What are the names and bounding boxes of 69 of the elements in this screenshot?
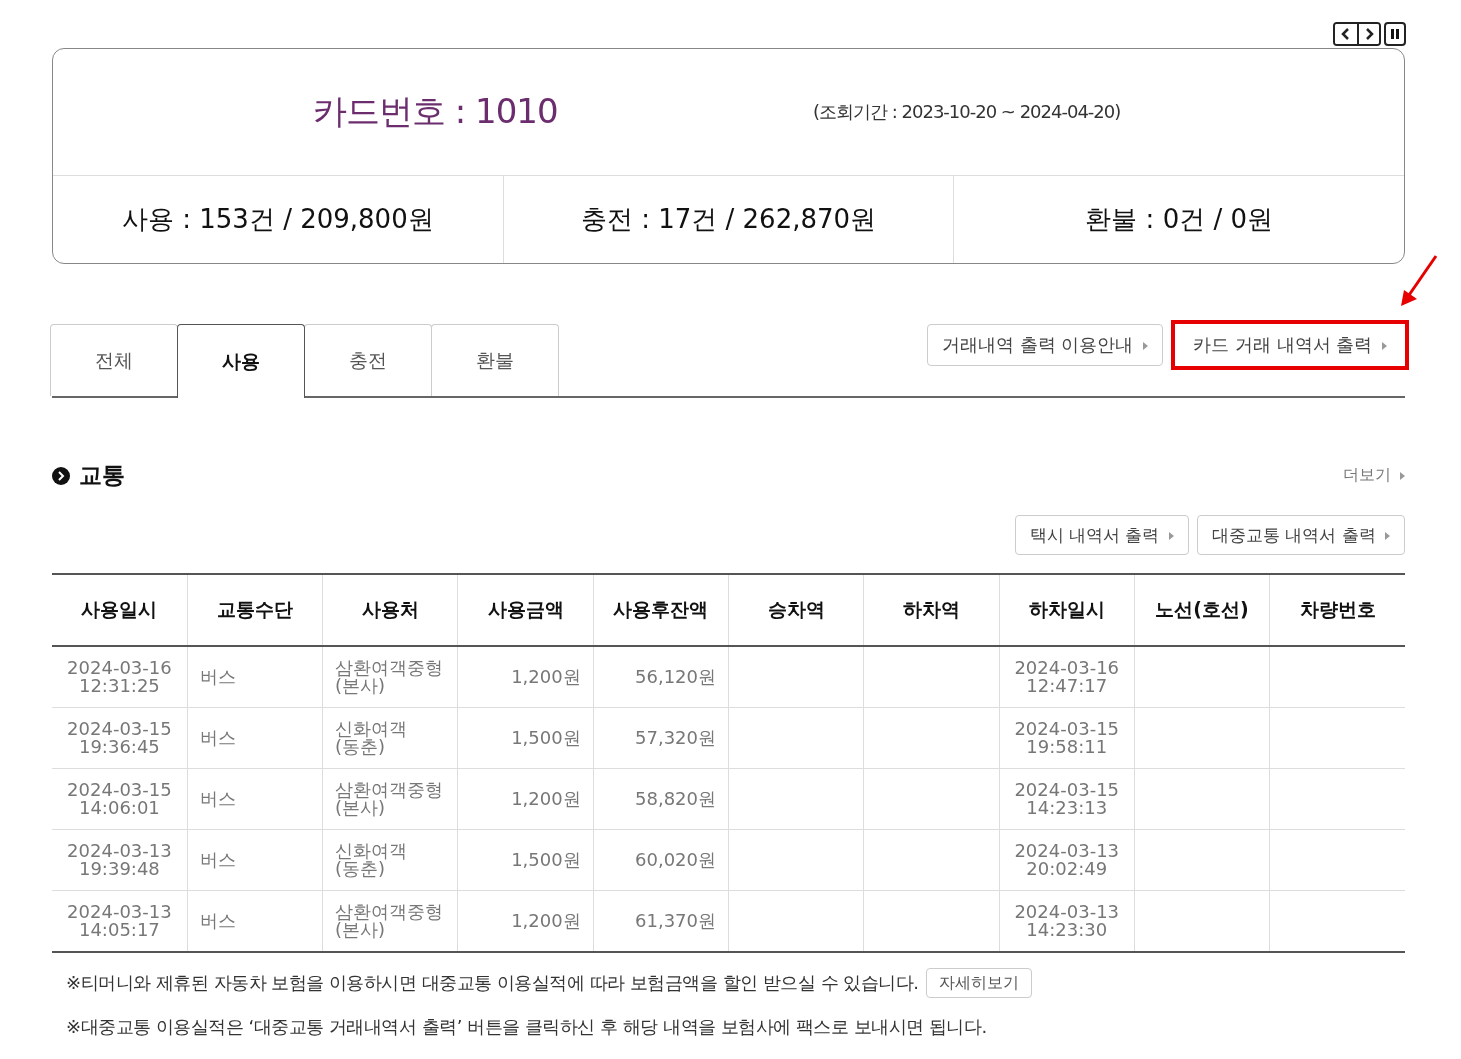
table-cell: 2024-03-15 14:06:01 bbox=[67, 781, 172, 817]
table-cell: 2024-03-15 14:23:13 bbox=[1014, 781, 1120, 817]
stat-text: 환불 : 0건 / 0원 bbox=[1085, 203, 1273, 236]
table-cell: 삼환여객중형 (본사) bbox=[335, 659, 444, 695]
column-header: 하차역 bbox=[863, 574, 1000, 646]
print-button[interactable]: 택시 내역서 출력 bbox=[1014, 515, 1189, 555]
table-cell: 버스 bbox=[199, 729, 236, 747]
column-header: 차량번호 bbox=[1269, 574, 1405, 646]
column-header: 사용일시 bbox=[52, 574, 188, 646]
more-link[interactable]: 더보기 bbox=[1342, 465, 1405, 486]
table-cell: 버스 bbox=[199, 668, 236, 686]
column-header: 승차역 bbox=[728, 574, 864, 646]
column-header: 하차일시 bbox=[999, 574, 1135, 646]
print-button[interactable]: 거래내역 출력 이용안내 bbox=[926, 324, 1164, 366]
print-button[interactable]: 대중교통 내역서 출력 bbox=[1196, 515, 1405, 555]
annotation-arrow bbox=[1399, 254, 1439, 308]
caret-icon bbox=[1400, 471, 1405, 480]
pause-button[interactable] bbox=[1384, 22, 1406, 46]
table-cell: 버스 bbox=[199, 790, 236, 808]
column-header: 사용처 bbox=[322, 574, 458, 646]
caret-icon bbox=[1143, 342, 1149, 350]
table-cell: 58,820원 bbox=[635, 790, 716, 808]
table-cell: 1,200원 bbox=[511, 912, 581, 930]
bullet-icon bbox=[52, 466, 70, 485]
pause-icon bbox=[1391, 29, 1399, 39]
table-cell: 2024-03-16 12:47:17 bbox=[1014, 659, 1120, 695]
table-cell: 57,320원 bbox=[635, 729, 716, 747]
card-number: 카드번호 : 1010 bbox=[313, 90, 559, 133]
column-header: 사용금액 bbox=[457, 574, 594, 646]
table-cell: 2024-03-13 14:23:30 bbox=[1014, 903, 1120, 939]
table-cell: 2024-03-15 19:58:11 bbox=[1014, 720, 1120, 756]
stat-text: 충전 : 17건 / 262,870원 bbox=[580, 203, 877, 236]
chevron-left-icon bbox=[1341, 28, 1351, 40]
tab[interactable]: 환불 bbox=[431, 324, 559, 396]
table-cell: 61,370원 bbox=[635, 912, 716, 930]
table-cell: 2024-03-13 14:05:17 bbox=[67, 903, 172, 939]
table-cell: 2024-03-15 19:36:45 bbox=[67, 720, 172, 756]
chevron-right-icon bbox=[1364, 28, 1374, 40]
note-text: ※대중교통 이용실적은 ‘대중교통 거래내역서 출력’ 버튼을 클릭하신 후 해당 내역을 보험사에 팩스로 보내시면 됩니다. bbox=[66, 1015, 987, 1039]
table-cell: 1,500원 bbox=[511, 729, 581, 747]
table-cell: 신화여객 (동춘) bbox=[335, 842, 408, 878]
table-cell: 1,200원 bbox=[511, 790, 581, 808]
stat-text: 사용 : 153건 / 209,800원 bbox=[121, 203, 434, 236]
table-cell: 56,120원 bbox=[635, 668, 716, 686]
tab[interactable]: 전체 bbox=[50, 324, 178, 396]
period-text: (조회기간 : 2023-10-20 ~ 2024-04-20) bbox=[813, 100, 1121, 124]
next-button[interactable] bbox=[1357, 24, 1379, 44]
print-button[interactable]: 카드 거래 내역서 출력 bbox=[1171, 320, 1409, 370]
note-text: ※티머니와 제휴된 자동차 보험을 이용하시면 대중교통 이용실적에 따라 보험금액을 할인 받으실 수 있습니다. bbox=[66, 971, 919, 995]
table-cell: 2024-03-16 12:31:25 bbox=[67, 659, 172, 695]
table-cell: 삼환여객중형 (본사) bbox=[335, 903, 444, 939]
column-header: 사용후잔액 bbox=[593, 574, 729, 646]
tab[interactable]: 사용 bbox=[177, 324, 305, 398]
details-button[interactable]: 자세히보기 bbox=[926, 968, 1033, 998]
table-cell: 신화여객 (동춘) bbox=[335, 720, 408, 756]
caret-icon bbox=[1385, 531, 1390, 540]
table-cell: 2024-03-13 20:02:49 bbox=[1014, 842, 1120, 878]
table-cell: 60,020원 bbox=[635, 851, 716, 869]
column-header: 노선(호선) bbox=[1134, 574, 1270, 646]
section-title: 교통 bbox=[79, 461, 125, 490]
caret-icon bbox=[1168, 531, 1174, 540]
table-cell: 1,200원 bbox=[511, 668, 581, 686]
table-cell: 버스 bbox=[199, 912, 236, 930]
table-cell: 삼환여객중형 (본사) bbox=[335, 781, 444, 817]
table-cell: 1,500원 bbox=[511, 851, 581, 869]
column-header: 교통수단 bbox=[187, 574, 323, 646]
table-cell: 버스 bbox=[199, 851, 236, 869]
table-cell: 2024-03-13 19:39:48 bbox=[67, 842, 172, 878]
caret-icon bbox=[1382, 342, 1387, 350]
